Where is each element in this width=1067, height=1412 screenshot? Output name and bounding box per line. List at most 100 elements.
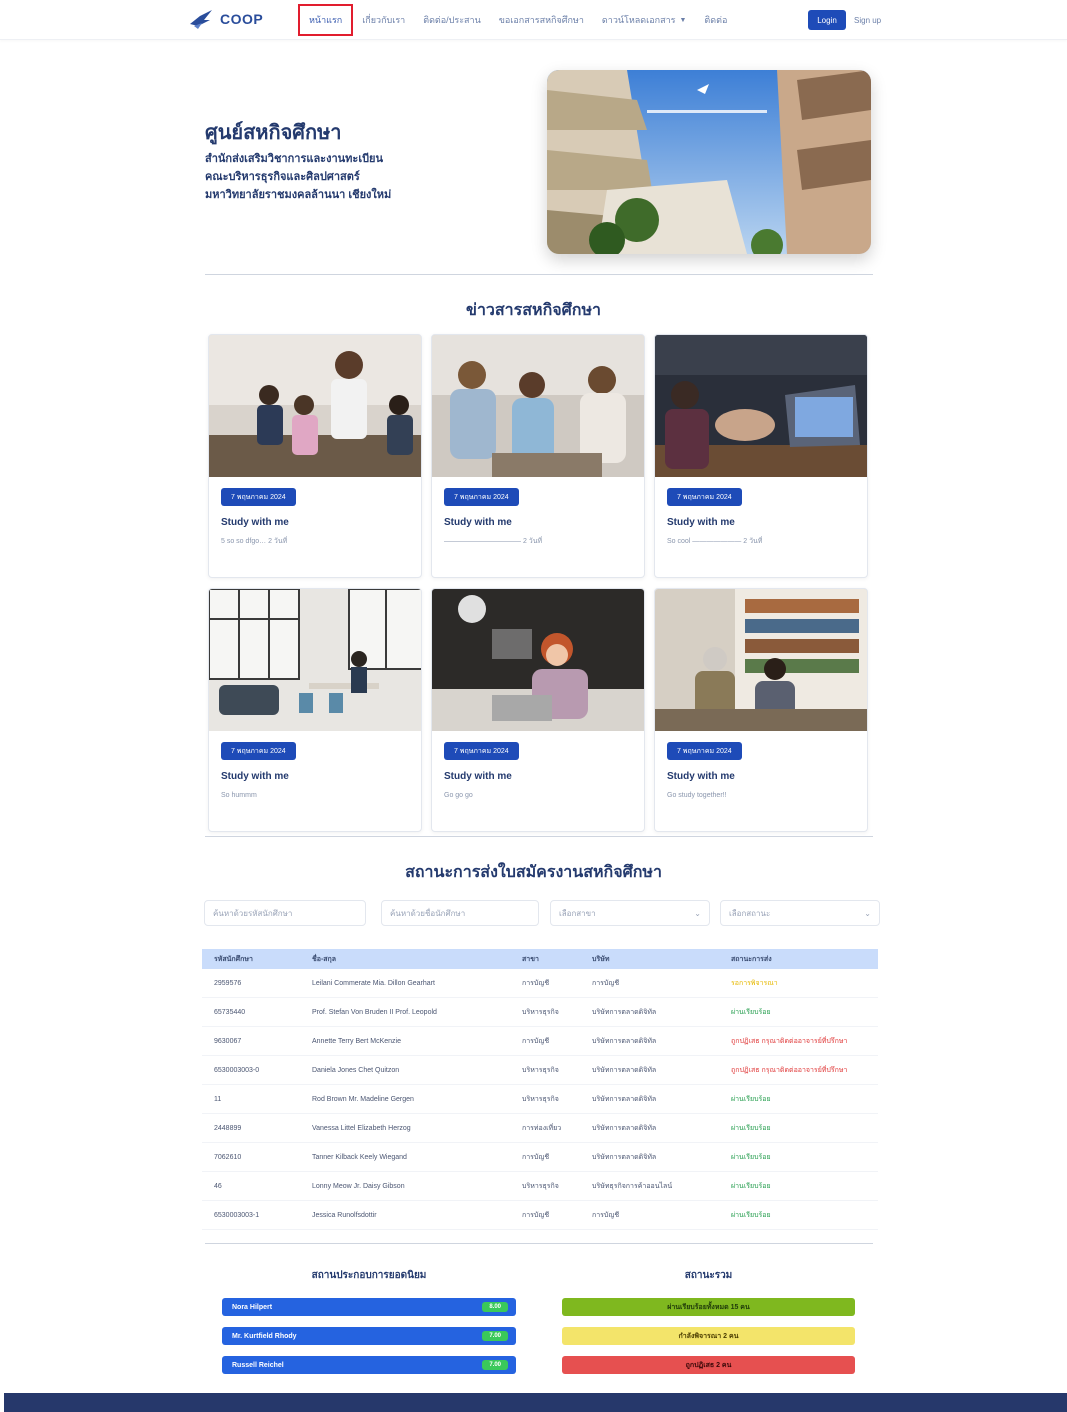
news-card[interactable]: 7 พฤษภาคม 2024 Study with me So hummm [208, 588, 422, 832]
nav-link-downloads[interactable]: ดาวน์โหลดเอกสาร ▼ [593, 4, 695, 36]
cell-student-id: 2448899 [214, 1124, 242, 1132]
student-id-search-input[interactable]: ค้นหาด้วยรหัสนักศึกษา [204, 900, 366, 926]
cell-company: บริษัทการตลาดดิจิทัล [592, 1066, 657, 1074]
header-company[interactable]: บริษัท [582, 954, 719, 965]
major-select[interactable]: เลือกสาขา ⌄ [550, 900, 710, 926]
chevron-down-icon: ⌄ [694, 908, 701, 918]
building-photo [547, 70, 871, 254]
popular-companies-title: สถานประกอบการยอดนิยม [311, 1270, 427, 1281]
popular-company-item[interactable]: Mr. Kurtfield Rhody 7.00 [222, 1327, 516, 1345]
news-section-title: ข่าวสารสหกิจศึกษา [466, 302, 601, 319]
cell-status: ผ่านเรียบร้อย [731, 1182, 771, 1190]
news-card-image [655, 589, 867, 731]
news-card-description: So hummm [221, 792, 257, 799]
news-card-title: Study with me [444, 771, 512, 782]
score-badge: 7.00 [482, 1360, 508, 1370]
cell-company: บริษัทธุรกิจการค้าออนไลน์ [592, 1182, 673, 1190]
popular-company-item[interactable]: Nora Hilpert 8.00 [222, 1298, 516, 1316]
news-card-description: Go go go [444, 792, 473, 799]
table-row[interactable]: 11 Rod Brown Mr. Madeline Gergen บริหารธุร… [202, 1085, 878, 1114]
cell-student-id: 9630067 [214, 1037, 242, 1045]
news-card-description: Go study together!! [667, 792, 727, 799]
section-divider [205, 1243, 873, 1244]
score-badge: 8.00 [482, 1302, 508, 1312]
student-name-search-input[interactable]: ค้นหาด้วยชื่อนักศึกษา [381, 900, 539, 926]
cell-company: การบัญชี [592, 979, 620, 987]
nav-link-contact[interactable]: ติดต่อ [695, 4, 736, 36]
cell-major: การบัญชี [522, 1211, 550, 1219]
header-status[interactable]: สถานะการส่ง [719, 954, 878, 965]
news-card-date: 7 พฤษภาคม 2024 [444, 742, 519, 760]
cell-name: Vanessa Littel Elizabeth Herzog [312, 1124, 411, 1132]
application-status-table: รหัสนักศึกษา ชื่อ-สกุล สาขา บริษัท สถานะ… [202, 949, 878, 1230]
news-card-image [432, 589, 644, 731]
news-card-image [432, 335, 644, 477]
news-card[interactable]: 7 พฤษภาคม 2024 Study with me So cool ———… [654, 334, 868, 578]
cell-major: บริหารธุรกิจ [522, 1182, 559, 1190]
table-row[interactable]: 2448899 Vanessa Littel Elizabeth Herzog กา… [202, 1114, 878, 1143]
cell-name: Jessica Runolfsdottir [312, 1211, 377, 1219]
cell-status: ผ่านเรียบร้อย [731, 1008, 771, 1016]
news-card[interactable]: 7 พฤษภาคม 2024 Study with me ———————————… [431, 334, 645, 578]
table-row[interactable]: 6530003003-1 Jessica Runolfsdottir การบัญช… [202, 1201, 878, 1230]
cell-status: รอการพิจารณา [731, 979, 778, 987]
company-name: Mr. Kurtfield Rhody [232, 1332, 297, 1340]
status-select-value: เลือกสถานะ [729, 908, 771, 918]
table-row[interactable]: 6530003003-0 Daniela Jones Chet Quitzon บร… [202, 1056, 878, 1085]
nav-link-home[interactable]: หน้าแรก [298, 4, 354, 36]
news-card-title: Study with me [667, 517, 735, 528]
news-card-date: 7 พฤษภาคม 2024 [221, 488, 296, 506]
table-row[interactable]: 65735440 Prof. Stefan Von Bruden II Prof.… [202, 998, 878, 1027]
cell-name: Lonny Meow Jr. Daisy Gibson [312, 1182, 405, 1190]
cell-name: Daniela Jones Chet Quitzon [312, 1066, 400, 1074]
cell-student-id: 46 [214, 1182, 222, 1190]
news-card-image [655, 335, 867, 477]
news-card-image [209, 589, 421, 731]
cell-major: บริหารธุรกิจ [522, 1066, 559, 1074]
cell-major: การบัญชี [522, 1037, 550, 1045]
table-body: 2959576 Leilani Commerate Mia. Dillon Gea… [202, 969, 878, 1230]
summary-passed-bar: ผ่านเรียบร้อยทั้งหมด 15 คน [562, 1298, 855, 1316]
nav-links: หน้าแรก เกี่ยวกับเรา ติดต่อ/ประสาน ขอเอก… [298, 0, 736, 40]
news-card-description: So cool ——————— 2 วันที่ [667, 538, 763, 545]
news-card[interactable]: 7 พฤษภาคม 2024 Study with me Go study to… [654, 588, 868, 832]
page-footer [4, 1393, 1067, 1412]
news-card[interactable]: 7 พฤษภาคม 2024 Study with me 5 so so dfg… [208, 334, 422, 578]
news-card[interactable]: 7 พฤษภาคม 2024 Study with me Go go go [431, 588, 645, 832]
cell-student-id: 2959576 [214, 979, 242, 987]
student-id-search-placeholder: ค้นหาด้วยรหัสนักศึกษา [213, 908, 293, 918]
news-card-description: ——————————— 2 วันที่ [444, 538, 543, 545]
cell-status: ถูกปฏิเสธ กรุณาติดต่ออาจารย์ที่ปรึกษา [731, 1037, 848, 1045]
nav-link-about[interactable]: เกี่ยวกับเรา [353, 4, 414, 36]
cell-name: Prof. Stefan Von Bruden II Prof. Leopold [312, 1008, 437, 1016]
news-card-date: 7 พฤษภาคม 2024 [444, 488, 519, 506]
summary-title: สถานะรวม [684, 1270, 733, 1281]
cell-student-id: 6530003003-1 [214, 1211, 260, 1219]
signup-link[interactable]: Sign up [854, 10, 881, 30]
news-card-title: Study with me [444, 517, 512, 528]
cell-name: Rod Brown Mr. Madeline Gergen [312, 1095, 414, 1103]
popular-company-item[interactable]: Russell Reichel 7.00 [222, 1356, 516, 1374]
cell-company: บริษัทการตลาดดิจิทัล [592, 1153, 657, 1161]
news-card-date: 7 พฤษภาคม 2024 [667, 488, 742, 506]
site-logo[interactable]: COOP [188, 6, 263, 32]
nav-link-request-docs[interactable]: ขอเอกสารสหกิจศึกษา [490, 4, 593, 36]
header-major[interactable]: สาขา [512, 954, 582, 965]
news-card-date: 7 พฤษภาคม 2024 [667, 742, 742, 760]
table-row[interactable]: 2959576 Leilani Commerate Mia. Dillon Gea… [202, 969, 878, 998]
nav-link-contact-coordinate[interactable]: ติดต่อ/ประสาน [414, 4, 490, 36]
cell-major: การท่องเที่ยว [522, 1124, 562, 1132]
cell-name: Leilani Commerate Mia. Dillon Gearhart [312, 979, 435, 987]
table-row[interactable]: 46 Lonny Meow Jr. Daisy Gibson บริหารธุรกิ… [202, 1172, 878, 1201]
cell-status: ถูกปฏิเสธ กรุณาติดต่ออาจารย์ที่ปรึกษา [731, 1066, 848, 1074]
table-header: รหัสนักศึกษา ชื่อ-สกุล สาขา บริษัท สถานะ… [202, 949, 878, 969]
table-row[interactable]: 9630067 Annette Terry Bert McKenzie การบัญ… [202, 1027, 878, 1056]
header-name[interactable]: ชื่อ-สกุล [302, 954, 512, 965]
login-button[interactable]: Login [808, 10, 846, 30]
status-select[interactable]: เลือกสถานะ ⌄ [720, 900, 880, 926]
cell-status: ผ่านเรียบร้อย [731, 1153, 771, 1161]
cell-major: การบัญชี [522, 979, 550, 987]
table-row[interactable]: 7062610 Tanner Kilback Keely Wiegand การบั… [202, 1143, 878, 1172]
top-navbar: COOP หน้าแรก เกี่ยวกับเรา ติดต่อ/ประสาน … [0, 0, 1067, 40]
header-student-id[interactable]: รหัสนักศึกษา [202, 954, 302, 965]
